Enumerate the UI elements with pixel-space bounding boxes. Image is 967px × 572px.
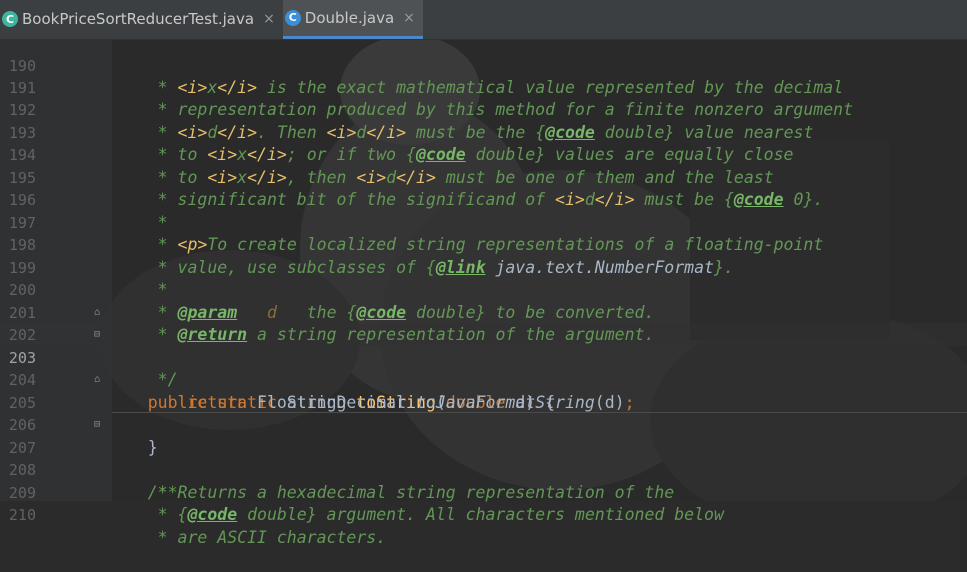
- code-line: 190 * <i>x</i> is the exact mathematical…: [0, 32, 967, 98]
- code-line: 198 * value, use subclasses of {@link ja…: [0, 212, 967, 277]
- java-class-icon: C: [2, 11, 18, 27]
- code-line: 192 * <i>d</i>. Then <i>d</i> must be th…: [0, 77, 967, 142]
- code-line: 209 * {@code double} argument. All chara…: [0, 459, 967, 525]
- code-line: 197 * <p>To create localized string repr…: [0, 189, 967, 255]
- code-line: 195 * significant bit of the significand…: [0, 144, 967, 210]
- code-line: 194 * to <i>x</i>, then <i>d</i> must be…: [0, 122, 967, 187]
- fold-start-icon[interactable]: ⊟: [94, 329, 104, 341]
- close-icon[interactable]: ×: [263, 11, 275, 27]
- fold-start-icon[interactable]: ⊟: [94, 419, 104, 431]
- code-token: double} argument. All characters mention…: [237, 505, 724, 524]
- code-line: 203 ⊟ public static String toString(doub…: [0, 324, 967, 412]
- code-line: 202 ⌂ */: [0, 302, 967, 390]
- code-line: 207 ⊟ /**: [0, 414, 967, 502]
- fold-end-icon[interactable]: ⌂: [94, 307, 104, 319]
- code-text: * {@code double} argument. All character…: [108, 504, 724, 527]
- close-icon[interactable]: ×: [403, 10, 415, 26]
- code-line: 204 return FloatingDecimal.toJavaFormatS…: [0, 347, 967, 412]
- code-line: 208 * Returns a hexadecimal string repre…: [0, 437, 967, 502]
- code-text: * are ASCII characters.: [108, 527, 387, 547]
- code-line: 196 *: [0, 167, 967, 232]
- code-line: 205 ⌂ }: [0, 369, 967, 457]
- code-line: 201 * @return a string representation of…: [0, 279, 967, 345]
- line-number: 210: [8, 506, 36, 524]
- code-line: 200 * @param d the {@code double} to be …: [0, 257, 967, 322]
- tab-label: BookPriceSortReducerTest.java: [22, 10, 255, 28]
- code-line: 199 *: [0, 234, 967, 300]
- tab-label: Double.java: [304, 8, 395, 27]
- code-line: 206: [0, 392, 967, 434]
- java-class-icon: C: [284, 9, 301, 26]
- code-token: @code: [187, 505, 238, 524]
- code-line: 193 * to <i>x</i>; or if two {@code doub…: [0, 99, 967, 165]
- code-token: * {: [108, 505, 188, 524]
- code-line: 191 * representation produced by this me…: [0, 54, 967, 120]
- fold-end-icon[interactable]: ⌂: [94, 374, 104, 386]
